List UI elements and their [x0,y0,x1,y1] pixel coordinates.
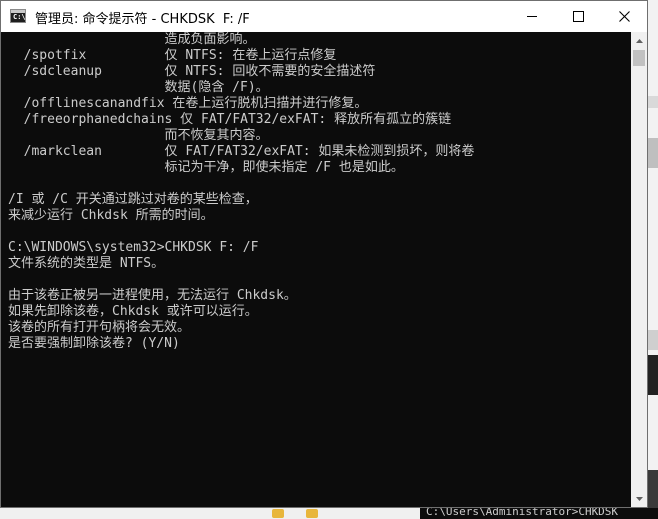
background-window-edge [648,0,658,519]
scroll-down-button[interactable] [631,490,647,507]
console-line: 该卷的所有打开句柄将会无效。 [8,320,191,335]
console-line: 标记为干净，即使未指定 /F 也是如此。 [8,160,404,175]
close-button[interactable] [601,1,647,32]
close-icon [618,11,630,22]
console-line: 数据(隐含 /F)。 [8,80,269,95]
cmd-window[interactable]: C:\ 管理员: 命令提示符 - CHKDSK F: /F 造成负面影响。 /s… [0,0,648,508]
maximize-button[interactable] [555,1,601,32]
minimize-button[interactable] [509,1,555,32]
console-line: /sdcleanup 仅 NTFS: 回收不需要的安全描述符 [8,64,376,79]
console-prompt-line: 是否要强制卸除该卷? (Y/N) [8,336,180,351]
background-terminal: C:\Users\Administrator>CHKDSK [420,508,658,519]
taskbar-app-icon[interactable] [306,509,318,518]
chevron-up-icon [635,38,643,43]
scroll-up-button[interactable] [631,32,647,49]
chevron-down-icon [635,496,643,501]
console-output[interactable]: 造成负面影响。 /spotfix 仅 NTFS: 在卷上运行点修复 /sdcle… [1,32,631,507]
console-line: 而不恢复其内容。 [8,128,269,143]
cmd-app-icon[interactable]: C:\ [10,9,26,23]
console-line: C:\WINDOWS\system32>CHKDSK F: /F [8,240,259,255]
taskbar-app-icon[interactable] [272,509,284,518]
console-line: /offlinescanandfix 在卷上运行脱机扫描并进行修复。 [8,96,368,111]
console-line: 如果先卸除该卷，Chkdsk 或许可以运行。 [8,304,258,319]
console-line: 文件系统的类型是 NTFS。 [8,256,165,271]
background-taskbar: C:\Users\Administrator>CHKDSK [0,508,658,519]
vertical-scrollbar[interactable] [631,32,647,507]
console-line: /spotfix 仅 NTFS: 在卷上运行点修复 [8,48,337,63]
console-line: /markclean 仅 FAT/FAT32/exFAT: 如果未检测到损坏，则… [8,144,475,159]
console-line: /freeorphanedchains 仅 FAT/FAT32/exFAT: 释… [8,112,452,127]
console-line: 来减少运行 Chkdsk 所需的时间。 [8,208,214,223]
title-bar[interactable]: C:\ 管理员: 命令提示符 - CHKDSK F: /F [1,1,647,32]
scrollbar-thumb[interactable] [633,50,645,66]
console-line: /I 或 /C 开关通过跳过对卷的某些检查， [8,192,258,207]
console-line: 造成负面影响。 [8,32,256,47]
window-title: 管理员: 命令提示符 - CHKDSK F: /F [35,12,250,27]
background-terminal-text: C:\Users\Administrator>CHKDSK [426,508,619,518]
console-line: 由于该卷正被另一进程使用，无法运行 Chkdsk。 [8,288,297,303]
